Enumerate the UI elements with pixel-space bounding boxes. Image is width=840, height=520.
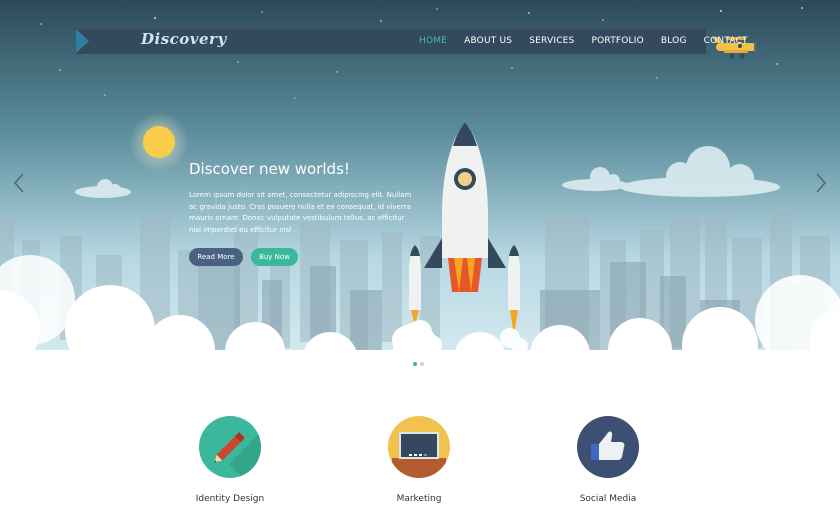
feature-icon-circle [199, 416, 261, 478]
feature-social-media[interactable]: Social Media [548, 416, 668, 504]
nav-item-portfolio[interactable]: PORTFOLIO [591, 36, 643, 46]
site-logo[interactable]: Discovery [141, 30, 227, 48]
slider-pagination [413, 362, 424, 366]
nav-item-services[interactable]: SERVICES [529, 36, 574, 46]
feature-title: Marketing [396, 494, 442, 504]
ribbon-notch [76, 29, 89, 53]
slider-next-arrow-icon[interactable] [814, 172, 828, 194]
blackboard-icon [392, 432, 446, 478]
read-more-button[interactable]: Read More [189, 248, 243, 266]
hero-headline: Discover new worlds! [189, 160, 350, 178]
thumbs-up-icon [591, 431, 625, 460]
feature-icon-circle [577, 416, 639, 478]
hero-banner: Discovery HOME ABOUT US SERVICES PORTFOL… [0, 0, 840, 370]
nav-item-about-us[interactable]: ABOUT US [464, 36, 512, 46]
slider-prev-arrow-icon[interactable] [12, 172, 26, 194]
feature-marketing[interactable]: Marketing [359, 416, 479, 504]
nav-item-contact[interactable]: CONTACT [704, 36, 748, 46]
nav-item-home[interactable]: HOME [419, 36, 447, 46]
main-menu: HOME ABOUT US SERVICES PORTFOLIO BLOG CO… [419, 36, 765, 46]
feature-icon-circle [388, 416, 450, 478]
feature-identity-design[interactable]: Identity Design [170, 416, 290, 504]
slider-dot-1[interactable] [413, 362, 417, 366]
hero-body-text: Lorem ipsum dolor sit amet, consectetur … [189, 191, 412, 234]
sun-icon [143, 126, 175, 158]
pencil-icon [214, 432, 261, 478]
nav-item-blog[interactable]: BLOG [661, 36, 687, 46]
buy-now-button[interactable]: Buy Now [251, 248, 298, 266]
feature-title: Social Media [579, 494, 637, 504]
slider-dot-2[interactable] [420, 362, 424, 366]
feature-title: Identity Design [195, 494, 265, 504]
